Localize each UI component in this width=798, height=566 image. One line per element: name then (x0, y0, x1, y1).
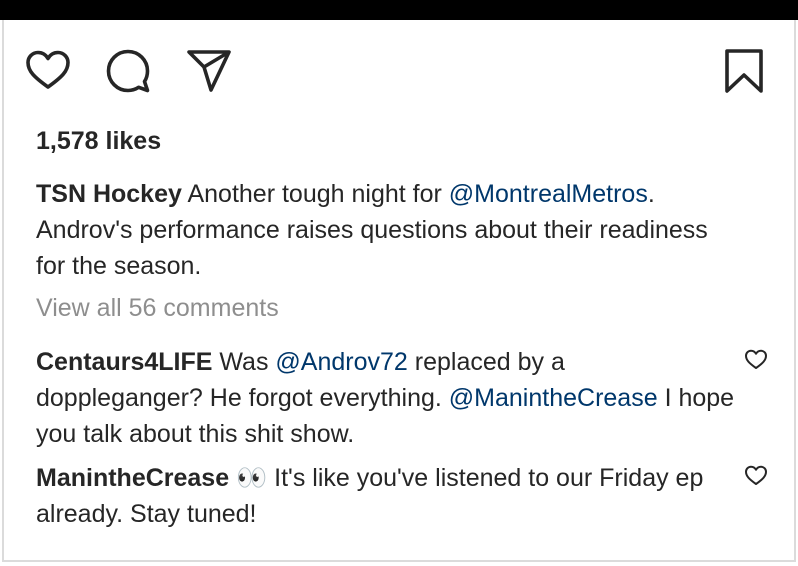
bookmark-icon (725, 49, 763, 93)
comment-like-button[interactable] (742, 346, 770, 374)
post-actions-bar (26, 47, 768, 95)
comment-item: Centaurs4LIFE Was @Androv72 replaced by … (36, 344, 736, 452)
comment-username[interactable]: ManintheCrease (36, 464, 229, 492)
paper-plane-icon (187, 50, 231, 92)
save-button[interactable] (720, 47, 768, 95)
comment-text: Was (219, 348, 269, 376)
heart-icon (26, 50, 70, 89)
like-button[interactable] (24, 47, 72, 95)
comment-mention[interactable]: @ManintheCrease (449, 384, 658, 412)
comment-item: ManintheCrease 👀 It's like you've listen… (36, 460, 736, 532)
caption-mention[interactable]: @MontrealMetros (449, 180, 648, 208)
caption-username[interactable]: TSN Hockey (36, 180, 182, 208)
heart-icon (745, 465, 767, 485)
view-all-comments-link[interactable]: View all 56 comments (36, 294, 279, 323)
heart-icon (745, 349, 767, 369)
top-bar (0, 0, 798, 20)
comment-like-button[interactable] (742, 462, 770, 490)
share-button[interactable] (185, 47, 233, 95)
post-caption: TSN Hockey Another tough night for @Mont… (36, 176, 736, 284)
likes-count[interactable]: 1,578 likes (36, 127, 161, 156)
comment-mention[interactable]: @Androv72 (275, 348, 407, 376)
caption-text: Another tough night for (187, 180, 442, 208)
comment-button[interactable] (104, 47, 152, 95)
comment-username[interactable]: Centaurs4LIFE (36, 348, 212, 376)
comment-bubble-icon (106, 49, 150, 93)
